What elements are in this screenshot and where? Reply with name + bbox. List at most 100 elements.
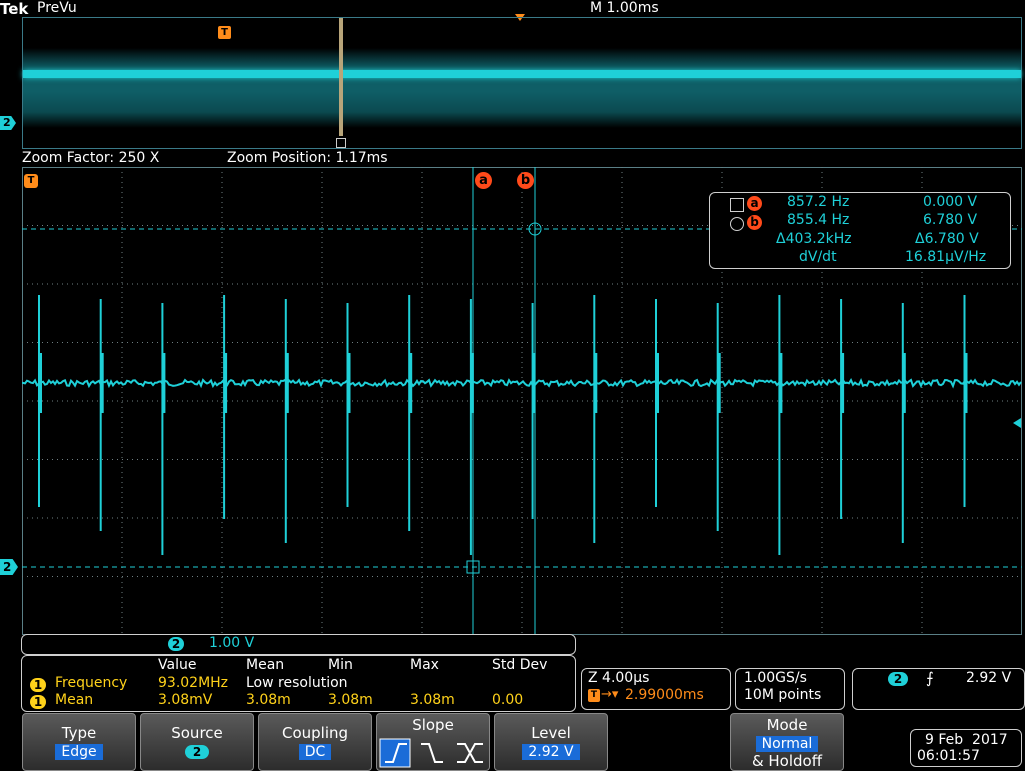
waveform-baseline — [22, 377, 1022, 389]
zoom-time-per-div: Z 4.00µs — [588, 670, 650, 686]
cursor-dvdt-label: dV/dt — [799, 249, 837, 265]
zoom-window-marker[interactable] — [339, 18, 343, 136]
coupling-button[interactable]: Coupling DC — [258, 713, 372, 771]
trigger-level-arrow-icon — [1013, 418, 1021, 428]
meas-row1-name: Frequency — [55, 675, 128, 691]
acquisition-readout[interactable]: 1.00GS/s 10M points — [735, 668, 845, 710]
zoom-factor: Zoom Factor: 250 X — [22, 150, 160, 166]
cursor-delta-voltage: Δ6.780 V — [915, 231, 979, 247]
record-length: 10M points — [744, 687, 822, 703]
cursor-b-voltage: 6.780 V — [923, 212, 978, 228]
cursor-dvdt-value: 16.81µV/Hz — [905, 249, 987, 265]
overview-trace — [23, 70, 1021, 78]
slope-label: Slope — [412, 716, 454, 734]
waveform-spike — [716, 303, 721, 531]
coupling-value: DC — [298, 744, 332, 760]
coupling-label: Coupling — [281, 724, 349, 742]
waveform-spike — [655, 299, 659, 507]
waveform-spike — [346, 303, 351, 507]
cursor-a-badge: a — [475, 172, 492, 189]
level-label: Level — [531, 724, 571, 742]
meas-header-max: Max — [410, 657, 439, 673]
mode-sub: & Holdoff — [751, 752, 823, 770]
cursor-a-square-icon — [730, 198, 744, 212]
meas-row1-value: 93.02MHz — [158, 675, 229, 691]
meas-row2-min: 3.08m — [328, 692, 373, 708]
source-value: 2 — [185, 745, 209, 759]
waveform-spike — [38, 295, 42, 507]
level-value: 2.92 V — [522, 744, 580, 760]
cursor-b-frequency: 855.4 Hz — [787, 212, 850, 228]
waveform-spike — [778, 295, 783, 555]
meas-header-value: Value — [158, 657, 197, 673]
waveform-spike — [963, 295, 968, 507]
trigger-position: 2.99000ms — [625, 687, 704, 703]
waveform-spike — [284, 299, 289, 543]
meas-row1-channel: 1 — [30, 678, 46, 692]
waveform-spike — [161, 303, 166, 555]
meas-row2-name: Mean — [55, 692, 94, 708]
cursor-a-readout-badge: a — [747, 196, 762, 211]
mode-value: Normal — [755, 736, 819, 752]
measurement-panel: Value Mean Min Max Std Dev 1 Frequency 9… — [21, 655, 576, 712]
overview-trigger-icon: T — [218, 26, 231, 39]
channel2-badge: 2 — [168, 637, 184, 651]
slope-options — [379, 738, 483, 768]
waveform-spike — [840, 299, 845, 519]
type-label: Type — [61, 724, 97, 742]
meas-row1-mean: Low resolution — [246, 675, 348, 691]
type-value: Edge — [55, 744, 103, 760]
overview-noise-band — [23, 48, 1021, 128]
waveform-spike — [901, 303, 906, 543]
meas-row2-channel: 1 — [30, 695, 46, 709]
trigger-delay-arrow-icon: →▾ — [601, 687, 619, 702]
trigger-source-badge: 2 — [888, 672, 908, 686]
overview-channel2-icon: 2 — [0, 116, 16, 130]
channel2-scale-readout[interactable]: 2 1.00 V — [21, 634, 576, 655]
channel2-ground-icon: 2 — [0, 559, 18, 575]
brand-logo: Tek — [0, 0, 29, 18]
meas-header-mean: Mean — [246, 657, 285, 673]
time: 06:01:57 — [917, 748, 980, 764]
acquisition-mode: PreVu — [37, 0, 77, 16]
cursor-a-voltage: 0.000 V — [923, 194, 978, 210]
mode-button[interactable]: Mode Normal & Holdoff — [730, 713, 844, 771]
meas-row2-max: 3.08m — [410, 692, 455, 708]
zoom-horizontal-readout[interactable]: Z 4.00µs T →▾ 2.99000ms — [581, 668, 731, 710]
cursor-b-circle-icon — [730, 217, 744, 231]
slope-button[interactable]: Slope — [376, 713, 490, 771]
waveform-spike — [408, 295, 413, 531]
source-button[interactable]: Source 2 — [140, 713, 254, 771]
mode-label: Mode — [766, 716, 808, 734]
slope-either-icon[interactable] — [457, 743, 483, 763]
date: 9 Feb 2017 — [925, 732, 1008, 748]
trigger-level-readout: 2.92 V — [966, 670, 1012, 686]
cursor-a-frequency: 857.2 Hz — [787, 194, 850, 210]
waveform-spike — [99, 299, 104, 531]
main-trigger-icon: T — [24, 174, 38, 188]
cursor-readout: a 857.2 Hz 0.000 V b 855.4 Hz 6.780 V Δ4… — [709, 192, 1011, 269]
meas-row2-stddev: 0.00 — [492, 692, 524, 708]
zoom-position: Zoom Position: 1.17ms — [227, 150, 388, 166]
meas-row2-value: 3.08mV — [158, 692, 213, 708]
cursor-delta-frequency: Δ403.2kHz — [776, 231, 852, 247]
source-label: Source — [171, 724, 223, 742]
timebase-readout: M 1.00ms — [590, 0, 659, 16]
zoom-window-handle[interactable] — [336, 138, 346, 148]
waveform-spike — [531, 303, 536, 519]
channel2-scale: 1.00 V — [209, 635, 255, 651]
waveform-spike — [593, 295, 598, 543]
sample-rate: 1.00GS/s — [744, 670, 807, 686]
meas-header-min: Min — [328, 657, 353, 673]
meas-header-stddev: Std Dev — [492, 657, 548, 673]
cursor-b-badge: b — [517, 172, 534, 189]
type-button[interactable]: Type Edge — [22, 713, 136, 771]
trigger-readout[interactable]: 2 ⨍ 2.92 V — [852, 668, 1025, 710]
slope-falling-icon[interactable] — [421, 743, 443, 763]
trigger-delay-icon: T — [588, 689, 600, 702]
meas-row2-mean: 3.08m — [246, 692, 291, 708]
datetime-readout: 9 Feb 2017 06:01:57 — [910, 729, 1022, 767]
cursor-b-readout-badge: b — [747, 215, 762, 230]
level-button[interactable]: Level 2.92 V — [494, 713, 608, 771]
rising-edge-icon: ⨍ — [926, 669, 934, 687]
